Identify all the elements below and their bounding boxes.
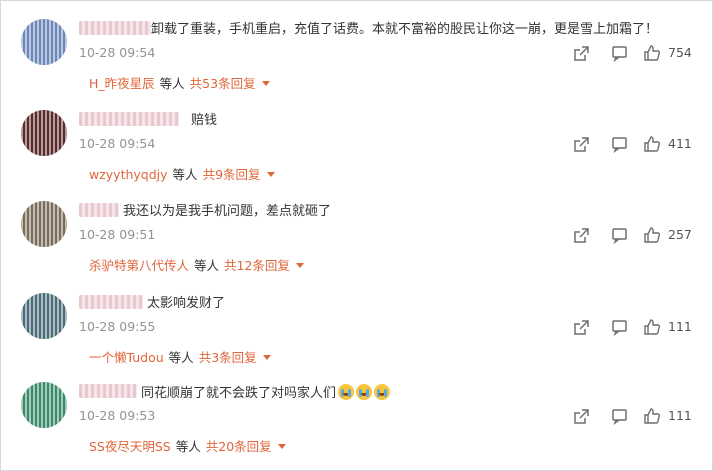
comment-text: 我还以为是我手机问题，差点就砸了 <box>123 204 332 219</box>
reply-others-label: 等人 <box>175 439 201 454</box>
avatar[interactable] <box>21 19 67 65</box>
like-button[interactable] <box>642 406 662 426</box>
comment-time: 10-28 09:54 <box>79 45 156 60</box>
comment-text-body: 同花顺崩了就不会跌了对吗家人们 <box>141 386 337 401</box>
reply-summary[interactable]: 杀驴特第八代传人 等人 共12条回复 <box>89 257 304 275</box>
avatar[interactable] <box>21 382 67 428</box>
reply-username[interactable]: 一个懒Tudou <box>89 350 164 365</box>
username-blurred <box>79 384 137 398</box>
username-blurred <box>79 203 119 217</box>
share-button[interactable] <box>571 317 591 337</box>
comment-item: 赔钱 10-28 09:54 411 wzyythyqdjy 等人 共9条回复 <box>1 110 713 201</box>
share-button[interactable] <box>571 225 591 245</box>
thumbs-up-icon <box>644 408 661 424</box>
reply-others-label: 等人 <box>159 76 185 91</box>
comment-text: 太影响发财了 <box>147 296 226 311</box>
thumbs-up-icon <box>644 45 661 61</box>
reply-count[interactable]: 共53条回复 <box>190 76 256 91</box>
comment-time: 10-28 09:54 <box>79 136 156 151</box>
chevron-down-icon[interactable] <box>277 444 286 449</box>
share-icon <box>573 408 589 424</box>
comment-button[interactable] <box>609 317 629 337</box>
crying-emoji-icon <box>356 384 373 400</box>
reply-summary[interactable]: H_昨夜星辰 等人 共53条回复 <box>89 75 270 93</box>
username-blurred <box>79 112 179 126</box>
comment-item: 同花顺崩了就不会跌了对吗家人们 10-28 09:53 111 SS夜尽天明SS… <box>1 382 713 471</box>
comment-item: 太影响发财了 10-28 09:55 111 一个懒Tudou 等人 共3条回复 <box>1 293 713 384</box>
share-icon <box>573 136 589 152</box>
comment-icon <box>611 45 627 62</box>
reply-username[interactable]: H_昨夜星辰 <box>89 76 155 91</box>
username-blurred <box>79 295 143 309</box>
like-button[interactable] <box>642 134 662 154</box>
chevron-down-icon[interactable] <box>295 263 304 268</box>
chevron-down-icon[interactable] <box>266 172 275 177</box>
reply-username[interactable]: wzyythyqdjy <box>89 167 168 182</box>
comment-button[interactable] <box>609 43 629 63</box>
chevron-down-icon[interactable] <box>261 81 270 86</box>
comment-icon <box>611 136 627 153</box>
like-count: 111 <box>668 408 692 423</box>
avatar[interactable] <box>21 110 67 156</box>
like-count: 111 <box>668 319 692 334</box>
share-button[interactable] <box>571 406 591 426</box>
comment-list: 卸载了重装，手机重启，充值了话费。本就不富裕的股民让你这一崩，更是雪上加霜了！ … <box>0 0 713 471</box>
share-button[interactable] <box>571 43 591 63</box>
reply-count[interactable]: 共20条回复 <box>206 439 272 454</box>
avatar[interactable] <box>21 201 67 247</box>
like-button[interactable] <box>642 43 662 63</box>
comment-button[interactable] <box>609 134 629 154</box>
share-button[interactable] <box>571 134 591 154</box>
share-icon <box>573 319 589 335</box>
reply-summary[interactable]: 一个懒Tudou 等人 共3条回复 <box>89 349 271 367</box>
share-icon <box>573 227 589 243</box>
comment-icon <box>611 227 627 244</box>
comment-button[interactable] <box>609 225 629 245</box>
thumbs-up-icon <box>644 136 661 152</box>
comment-item: 我还以为是我手机问题，差点就砸了 10-28 09:51 257 杀驴特第八代传… <box>1 201 713 292</box>
comment-icon <box>611 319 627 336</box>
reply-count[interactable]: 共9条回复 <box>203 167 261 182</box>
comment-time: 10-28 09:53 <box>79 408 156 423</box>
reply-others-label: 等人 <box>194 258 220 273</box>
thumbs-up-icon <box>644 227 661 243</box>
reply-others-label: 等人 <box>168 350 194 365</box>
thumbs-up-icon <box>644 319 661 335</box>
comment-time: 10-28 09:51 <box>79 227 156 242</box>
chevron-down-icon[interactable] <box>262 355 271 360</box>
like-button[interactable] <box>642 317 662 337</box>
reply-count[interactable]: 共12条回复 <box>224 258 290 273</box>
reply-username[interactable]: SS夜尽天明SS <box>89 439 171 454</box>
crying-emoji-icon <box>338 384 355 400</box>
reply-count[interactable]: 共3条回复 <box>199 350 257 365</box>
comment-text: 赔钱 <box>191 113 218 128</box>
comment-item: 卸载了重装，手机重启，充值了话费。本就不富裕的股民让你这一崩，更是雪上加霜了！ … <box>1 19 713 110</box>
like-button[interactable] <box>642 225 662 245</box>
comment-icon <box>611 408 627 425</box>
share-icon <box>573 45 589 61</box>
reply-summary[interactable]: wzyythyqdjy 等人 共9条回复 <box>89 166 275 184</box>
reply-username[interactable]: 杀驴特第八代传人 <box>89 258 189 273</box>
avatar[interactable] <box>21 293 67 339</box>
comment-text: 同花顺崩了就不会跌了对吗家人们 <box>141 384 391 403</box>
username-blurred <box>79 21 151 35</box>
crying-emoji-icon <box>374 384 391 400</box>
like-count: 411 <box>668 136 692 151</box>
comment-time: 10-28 09:55 <box>79 319 156 334</box>
like-count: 754 <box>668 45 692 60</box>
comment-text: 卸载了重装，手机重启，充值了话费。本就不富裕的股民让你这一崩，更是雪上加霜了！ <box>151 22 659 37</box>
reply-others-label: 等人 <box>172 167 198 182</box>
reply-summary[interactable]: SS夜尽天明SS 等人 共20条回复 <box>89 438 286 456</box>
like-count: 257 <box>668 227 692 242</box>
comment-button[interactable] <box>609 406 629 426</box>
